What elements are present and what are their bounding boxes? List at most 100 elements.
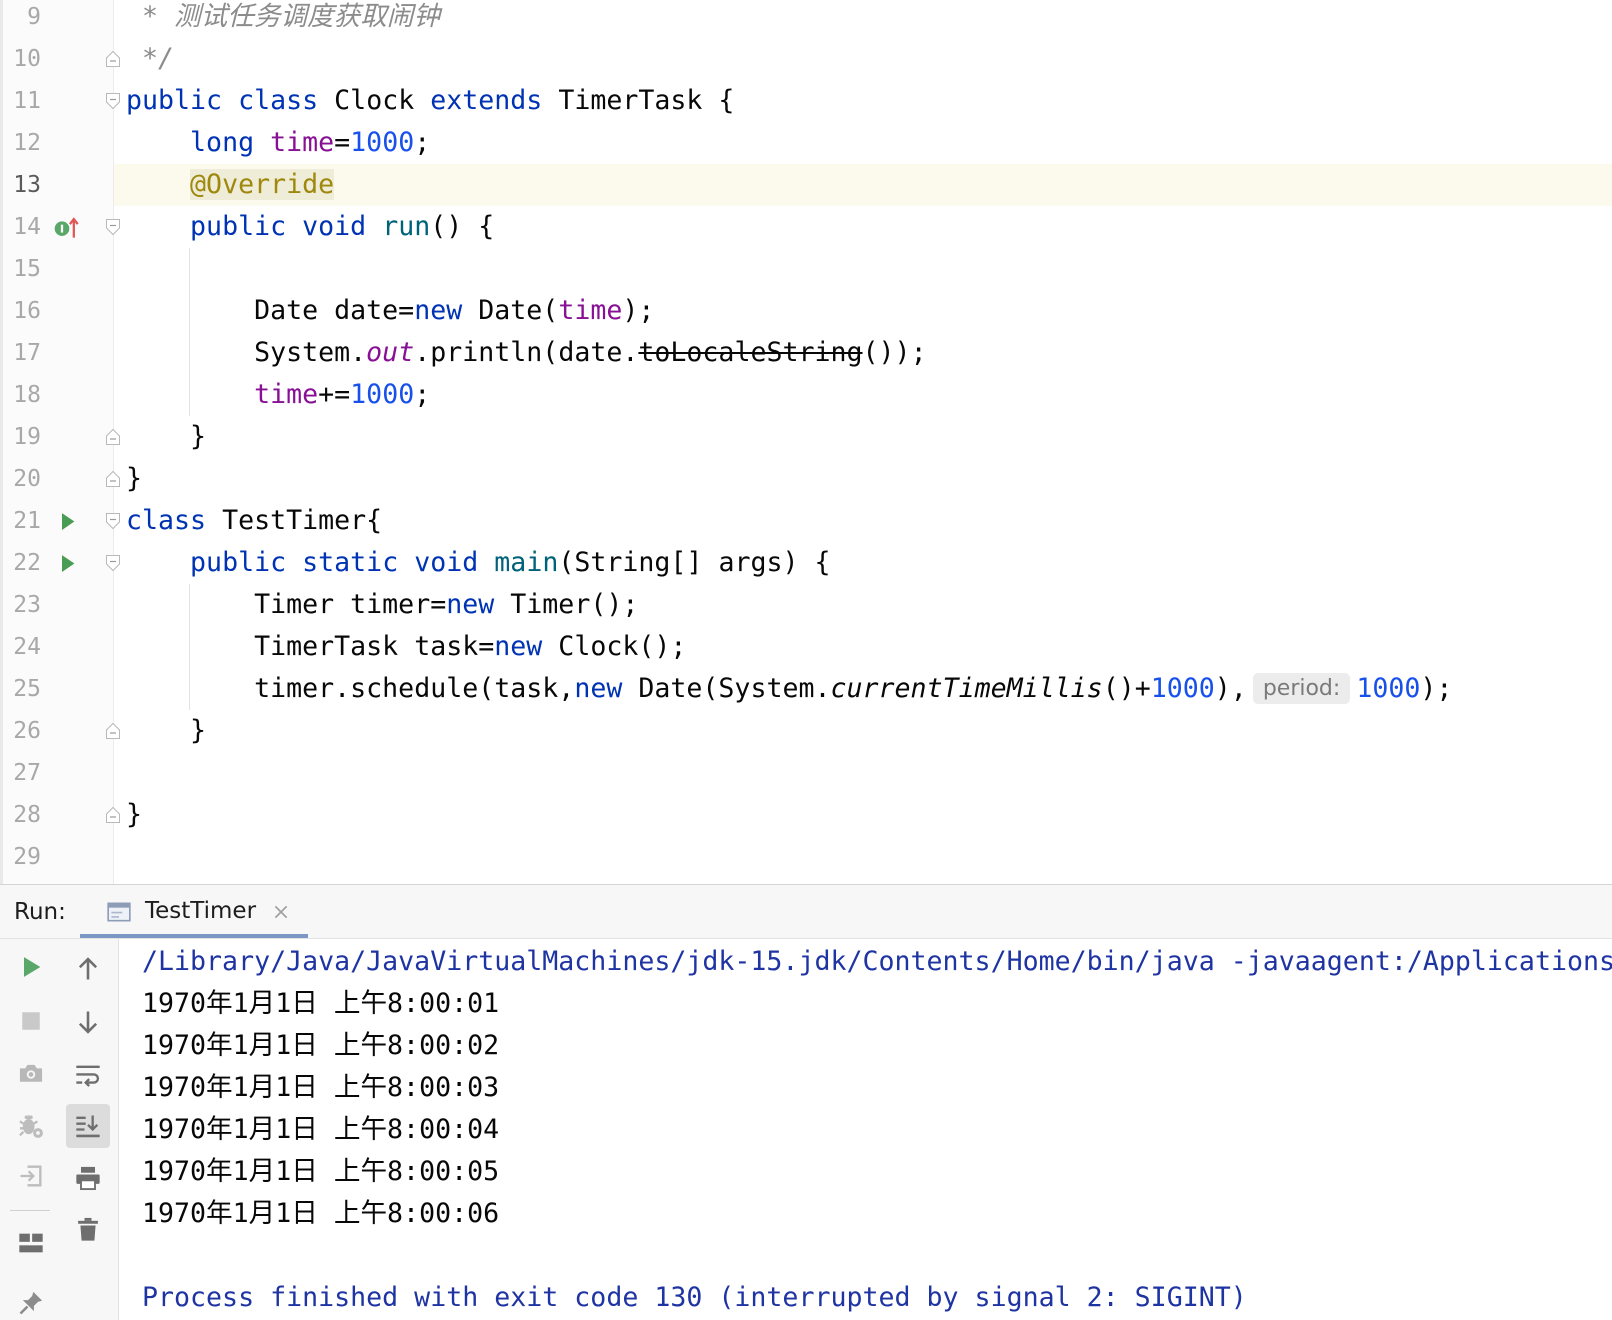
code-line[interactable]: 21 class TestTimer{ — [0, 500, 1612, 542]
run-label: Run: — [14, 899, 66, 925]
fold-end-icon[interactable] — [105, 806, 121, 824]
code-editor[interactable]: 9 * 测试任务调度获取闹钟 10 */11 public class Clock … — [0, 0, 1612, 884]
code-line[interactable]: 13 @Override — [0, 164, 1612, 206]
line-number[interactable]: 29 — [0, 836, 41, 878]
code-line[interactable]: 27 — [0, 752, 1612, 794]
line-number[interactable]: 14 — [0, 206, 41, 248]
token-field: time — [254, 379, 319, 410]
code-line[interactable]: 14 public void run() { — [0, 206, 1612, 248]
line-number[interactable]: 15 — [0, 248, 41, 290]
fold-end-icon[interactable] — [105, 722, 121, 740]
layout-button[interactable] — [9, 1221, 53, 1265]
close-icon[interactable] — [272, 903, 290, 921]
exit-icon — [17, 1162, 45, 1190]
code-text: Timer timer=new Timer(); — [126, 584, 638, 626]
code-line[interactable]: 10 */ — [0, 38, 1612, 80]
tab-testtimer[interactable]: TestTimer — [80, 885, 308, 938]
run-icon[interactable] — [53, 550, 80, 577]
line-number[interactable]: 9 — [0, 0, 41, 38]
token-plain: ), — [1214, 673, 1247, 704]
line-number[interactable]: 11 — [0, 80, 41, 122]
token-plain: ; — [414, 379, 431, 410]
line-number[interactable]: 19 — [0, 416, 41, 458]
line-number[interactable]: 21 — [0, 500, 41, 542]
down-stack-trace-button[interactable] — [66, 1000, 110, 1044]
token-plain: Clock(); — [542, 631, 687, 662]
code-line[interactable]: 24 TimerTask task=new Clock(); — [0, 626, 1612, 668]
exit-button[interactable] — [9, 1154, 53, 1198]
token-method: run — [382, 211, 431, 242]
token-kw: public — [190, 547, 287, 578]
line-number[interactable]: 13 — [0, 164, 41, 206]
scroll-to-end-button[interactable] — [66, 1104, 110, 1148]
line-number[interactable]: 10 — [0, 38, 41, 80]
code-line[interactable]: 19 } — [0, 416, 1612, 458]
line-number[interactable]: 24 — [0, 626, 41, 668]
line-number[interactable]: 22 — [0, 542, 41, 584]
fold-start-icon[interactable] — [105, 92, 121, 110]
code-line[interactable]: 25 timer.schedule(task,new Date(System.c… — [0, 668, 1612, 710]
token-kw: class — [238, 85, 319, 116]
token-plain: Clock — [318, 85, 431, 116]
line-number[interactable]: 18 — [0, 374, 41, 416]
pin-tab-button[interactable] — [9, 1285, 53, 1320]
print-button[interactable] — [66, 1156, 110, 1200]
fold-start-icon[interactable] — [105, 554, 121, 572]
token-plain: ); — [622, 295, 655, 326]
code-line[interactable]: 15 — [0, 248, 1612, 290]
code-line[interactable]: 16 Date date=new Date(time); — [0, 290, 1612, 332]
line-number[interactable]: 27 — [0, 752, 41, 794]
code-text: public static void main(String[] args) { — [126, 542, 830, 584]
rerun-button[interactable] — [9, 945, 53, 989]
tab-title: TestTimer — [145, 898, 257, 924]
code-line[interactable]: 18 time+=1000; — [0, 374, 1612, 416]
fold-end-icon[interactable] — [105, 50, 121, 68]
fold-end-icon[interactable] — [105, 428, 121, 446]
code-line[interactable]: 9 * 测试任务调度获取闹钟 — [0, 0, 1612, 38]
fold-start-icon[interactable] — [105, 218, 121, 236]
line-number[interactable]: 28 — [0, 794, 41, 836]
token-plain: } — [126, 463, 143, 494]
up-stack-trace-button[interactable] — [66, 947, 110, 991]
fold-end-icon[interactable] — [105, 470, 121, 488]
clear-all-button[interactable] — [66, 1207, 110, 1251]
token-num: 1000 — [350, 127, 415, 158]
code-line[interactable]: 23 Timer timer=new Timer(); — [0, 584, 1612, 626]
line-number[interactable]: 17 — [0, 332, 41, 374]
code-line[interactable]: 20} — [0, 458, 1612, 500]
dump-threads-button[interactable] — [9, 1051, 53, 1095]
code-text: public class Clock extends TimerTask { — [126, 80, 734, 122]
token-plain: Timer(); — [494, 589, 639, 620]
code-text: } — [126, 794, 142, 836]
line-number[interactable]: 12 — [0, 122, 41, 164]
token-num: 1000 — [1150, 673, 1215, 704]
code-line[interactable]: 11 public class Clock extends TimerTask { — [0, 80, 1612, 122]
line-number[interactable]: 20 — [0, 458, 41, 500]
line-number[interactable]: 23 — [0, 584, 41, 626]
code-line[interactable]: 28} — [0, 794, 1612, 836]
line-number[interactable]: 16 — [0, 290, 41, 332]
code-line[interactable]: 29 — [0, 836, 1612, 878]
code-line[interactable]: 17 System.out.println(date.toLocaleStrin… — [0, 332, 1612, 374]
fold-start-icon[interactable] — [105, 512, 121, 530]
token-plain: Timer timer= — [126, 589, 447, 620]
code-line[interactable]: 22 public static void main(String[] args… — [0, 542, 1612, 584]
line-number[interactable]: 26 — [0, 710, 41, 752]
token-plain: = — [334, 127, 351, 158]
code-line[interactable]: 26 } — [0, 710, 1612, 752]
run-icon[interactable] — [53, 508, 80, 535]
code-line[interactable]: 12 long time=1000; — [0, 122, 1612, 164]
override-icon[interactable] — [53, 214, 80, 241]
attach-debugger-button[interactable] — [9, 1104, 53, 1148]
line-number[interactable]: 25 — [0, 668, 41, 710]
token-plain: += — [318, 379, 351, 410]
stop-button[interactable] — [9, 999, 53, 1043]
console-output[interactable]: /Library/Java/JavaVirtualMachines/jdk-15… — [119, 939, 1612, 1320]
soft-wrap-button[interactable] — [66, 1053, 110, 1097]
